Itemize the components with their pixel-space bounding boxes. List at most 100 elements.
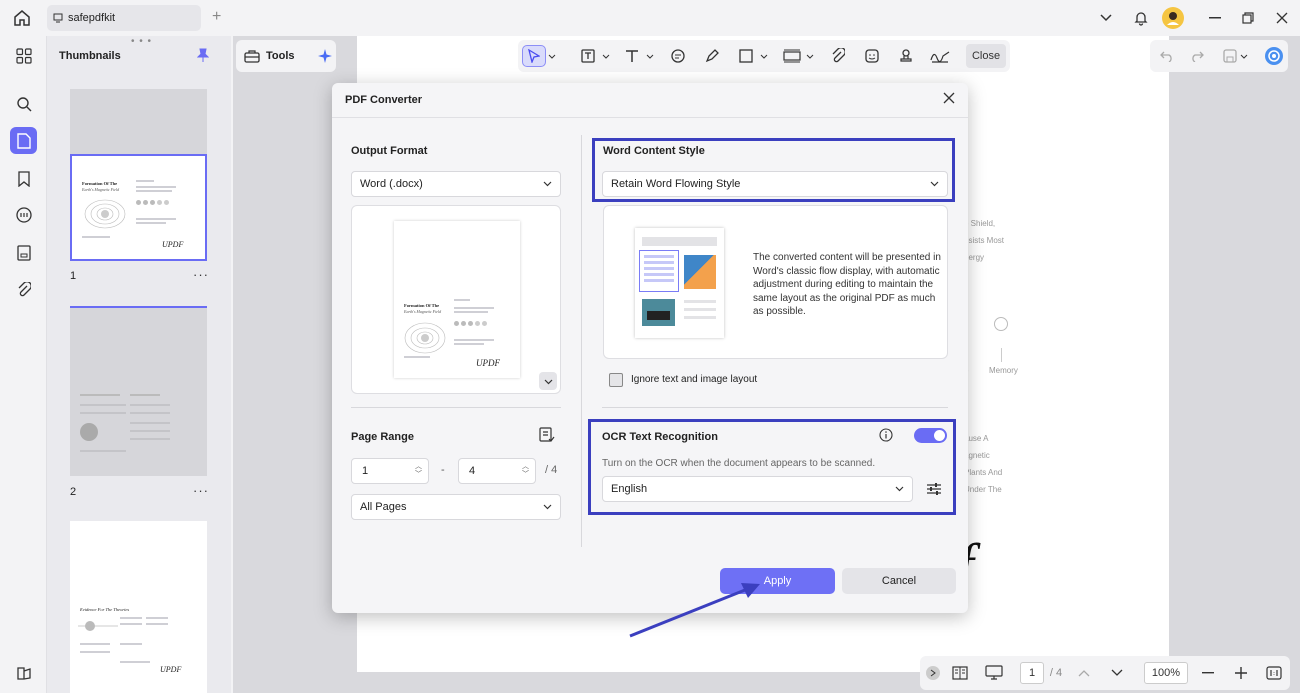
- preview-expand-button[interactable]: [539, 372, 557, 390]
- page-subset-value: All Pages: [360, 501, 407, 513]
- chevron-up-icon[interactable]: [1074, 662, 1094, 684]
- new-tab-button[interactable]: +: [212, 9, 221, 25]
- page-range-total: / 4: [545, 464, 558, 476]
- bg-circle-graphic: [994, 317, 1008, 331]
- thumbnail-subheading: Earth's Magnetic Field: [82, 187, 120, 192]
- dialog-divider: [332, 117, 968, 118]
- paperclip-icon[interactable]: [10, 276, 37, 303]
- rectangle-tool-icon[interactable]: [734, 45, 758, 67]
- page-from-input[interactable]: 1 ︿ ﹀: [351, 458, 429, 484]
- thumbnail-signature: UPDF: [162, 240, 184, 249]
- thumbnail-page-1[interactable]: Formation Of The Earth's Magnetic Field …: [70, 89, 207, 261]
- spinner-arrows-icon[interactable]: ︿ ﹀: [522, 463, 529, 479]
- redo-icon[interactable]: [1185, 45, 1209, 67]
- column-divider: [581, 135, 582, 547]
- chevron-down-icon: [543, 181, 552, 187]
- thumbnail-page-3[interactable]: Evidence For The Theories UPDF: [70, 521, 207, 693]
- thumbnails-icon[interactable]: [10, 127, 37, 154]
- chevron-down-icon[interactable]: [804, 45, 816, 67]
- bell-icon[interactable]: [1131, 8, 1151, 28]
- ai-sparkle-icon[interactable]: [317, 48, 333, 64]
- page-to-input[interactable]: 4 ︿ ﹀: [458, 458, 536, 484]
- home-icon[interactable]: [12, 8, 34, 28]
- document-tab-title: safepdfkit: [68, 12, 116, 24]
- document-tab[interactable]: safepdfkit: [47, 5, 201, 31]
- word-style-description: The converted content will be presented …: [753, 252, 941, 317]
- circle-row: [136, 200, 169, 205]
- select-tool-icon[interactable]: [522, 45, 546, 67]
- toolbox-icon[interactable]: [244, 49, 260, 63]
- tools-label[interactable]: Tools: [266, 50, 295, 62]
- flow-style-illustration: [635, 228, 724, 338]
- text-tool-icon[interactable]: [620, 45, 644, 67]
- actual-size-icon[interactable]: [1264, 662, 1284, 684]
- highlight-ocr: [588, 419, 956, 515]
- measure-tool-icon[interactable]: [780, 45, 804, 67]
- word-style-preview: The converted content will be presented …: [603, 205, 948, 359]
- zoom-out-icon[interactable]: [1198, 662, 1218, 684]
- spinner-arrows-icon[interactable]: ︿ ﹀: [415, 463, 422, 479]
- chevron-down-icon[interactable]: [1107, 662, 1127, 684]
- bg-text: e Shield,: [964, 219, 996, 228]
- minimize-icon[interactable]: [1205, 8, 1225, 28]
- signature-tool-icon[interactable]: [928, 45, 952, 67]
- pin-icon[interactable]: [196, 48, 210, 65]
- thumbnail-heading: Formation Of The: [82, 181, 118, 186]
- chevron-down-icon[interactable]: [644, 45, 656, 67]
- page-subset-select[interactable]: All Pages: [351, 494, 561, 520]
- textbox-tool-icon[interactable]: [576, 45, 600, 67]
- page-range-options-icon[interactable]: [539, 427, 555, 446]
- apps-icon[interactable]: [10, 42, 37, 69]
- chevron-down-icon[interactable]: [1096, 8, 1116, 28]
- thumbnail-number: 1: [70, 270, 77, 282]
- zoom-level[interactable]: 100%: [1144, 662, 1188, 684]
- output-format-value: Word (.docx): [360, 178, 423, 190]
- window-close-icon[interactable]: [1272, 8, 1292, 28]
- comment-tool-icon[interactable]: [666, 45, 690, 67]
- chevron-down-icon[interactable]: [600, 45, 612, 67]
- chevron-right-icon[interactable]: [926, 666, 940, 680]
- restore-icon[interactable]: [1238, 8, 1258, 28]
- page-total: / 4: [1049, 667, 1063, 679]
- search-icon[interactable]: [10, 90, 37, 117]
- page-layout-icon[interactable]: [950, 662, 970, 684]
- top-bar: safepdfkit +: [0, 0, 1300, 36]
- attachment-page-icon[interactable]: [10, 239, 37, 266]
- stamp-tool-icon[interactable]: [894, 45, 918, 67]
- presentation-icon[interactable]: [983, 662, 1005, 684]
- thumbnails-panel: • • • Thumbnails Formation Of The Earth'…: [46, 36, 231, 693]
- bg-text: esists Most: [964, 236, 1005, 245]
- bookmark-icon[interactable]: [10, 165, 37, 192]
- chevron-down-icon[interactable]: [758, 45, 770, 67]
- layers-icon[interactable]: [10, 659, 37, 686]
- page-range-separator: -: [441, 464, 445, 476]
- thumbnail-more-icon[interactable]: ···: [193, 267, 209, 282]
- chevron-down-icon[interactable]: [1238, 45, 1250, 67]
- page-number-input[interactable]: 1: [1020, 662, 1044, 684]
- cancel-button[interactable]: Cancel: [842, 568, 956, 594]
- panel-drag-handle[interactable]: • • •: [131, 36, 152, 47]
- output-format-select[interactable]: Word (.docx): [351, 171, 561, 197]
- sticker-tool-icon[interactable]: [860, 45, 884, 67]
- preview-circle-row: [454, 321, 487, 326]
- attach-tool-icon[interactable]: [826, 45, 850, 67]
- ai-assistant-icon[interactable]: [1262, 45, 1286, 67]
- zoom-in-icon[interactable]: [1231, 662, 1251, 684]
- bg-text: Plants And: [964, 468, 1003, 477]
- thumbnails-title: Thumbnails: [59, 50, 121, 62]
- close-icon[interactable]: [942, 91, 960, 109]
- pdf-converter-dialog: PDF Converter Output Format Word (.docx)…: [332, 83, 968, 613]
- highlight-word-style: [592, 138, 955, 202]
- comment-icon[interactable]: [10, 202, 37, 229]
- avatar[interactable]: [1162, 7, 1184, 29]
- page-to-value: 4: [469, 465, 476, 477]
- apply-button[interactable]: Apply: [720, 568, 835, 594]
- undo-icon[interactable]: [1155, 45, 1179, 67]
- thumbnail-more-icon[interactable]: ···: [193, 483, 209, 498]
- preview-page: Formation Of The Earth's Magnetic Field …: [394, 221, 520, 378]
- chevron-down-icon[interactable]: [546, 45, 558, 67]
- highlighter-tool-icon[interactable]: [700, 45, 724, 67]
- toolbar-close-button[interactable]: Close: [966, 44, 1006, 68]
- thumbnail-page-2[interactable]: [70, 306, 207, 476]
- ignore-layout-checkbox[interactable]: [609, 373, 623, 387]
